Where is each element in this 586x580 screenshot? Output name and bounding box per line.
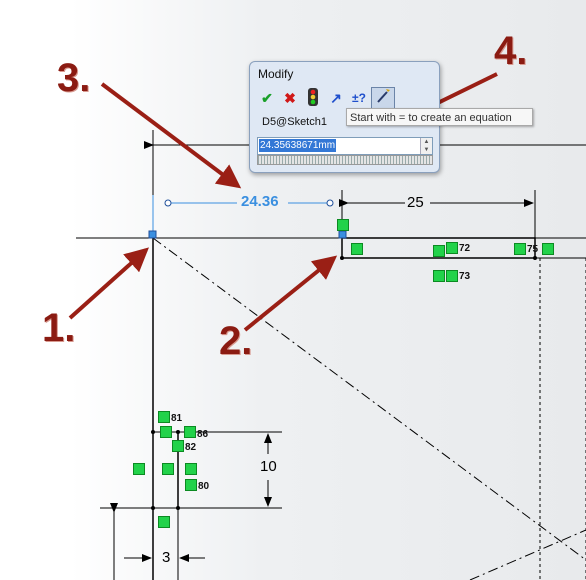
relation-marker[interactable] (337, 219, 349, 231)
thumbwheel-slider[interactable] (257, 155, 433, 165)
relation-marker[interactable] (158, 411, 170, 423)
relation-label: 73 (459, 271, 471, 282)
relation-marker[interactable] (133, 463, 145, 475)
relation-marker[interactable] (514, 243, 526, 255)
relation-marker[interactable] (185, 463, 197, 475)
callout-3: 3. (57, 56, 91, 100)
x-icon[interactable]: ✖ (280, 88, 300, 108)
callout-2: 2. (219, 319, 253, 363)
dimension-10-value[interactable]: 10 (260, 458, 277, 475)
relation-marker[interactable] (160, 426, 172, 438)
dialog-title: Modify (258, 67, 294, 81)
traffic-light-icon[interactable] (303, 88, 323, 108)
selected-point-origin (148, 230, 157, 239)
centerline-diagonal (152, 237, 586, 561)
relation-marker[interactable] (446, 270, 458, 282)
reverse-direction-icon[interactable]: ↗ (326, 88, 346, 108)
dimension-handle-left (164, 199, 172, 207)
relation-marker[interactable] (162, 463, 174, 475)
equation-tooltip: Start with = to create an equation (346, 108, 533, 126)
relation-marker[interactable] (433, 245, 445, 257)
relation-marker[interactable] (446, 242, 458, 254)
dimension-3-value[interactable]: 3 (162, 549, 170, 566)
relation-marker[interactable] (172, 440, 184, 452)
relation-label: 86 (197, 429, 209, 440)
callout-arrow-2 (243, 255, 338, 332)
dimension-25-value[interactable]: 25 (407, 194, 424, 211)
relation-marker[interactable] (185, 479, 197, 491)
selected-point-slot (338, 230, 347, 239)
marks-for-drawing-button[interactable]: ±? (349, 88, 369, 108)
callout-1: 1. (42, 306, 76, 350)
dimension-value-field[interactable]: 24.35638671mm ▲ ▼ (257, 137, 433, 155)
selected-dimension-value[interactable]: 24.36 (241, 193, 279, 210)
sketch-canvas[interactable]: 24.36 25 10 3 72 75 73 81 86 82 80 1. 2.… (0, 0, 586, 580)
relation-label: 81 (171, 413, 183, 424)
callout-arrow-1 (68, 247, 149, 320)
relation-marker[interactable] (351, 243, 363, 255)
relation-label: 80 (198, 481, 210, 492)
centerline-diagonal-lower (469, 529, 586, 580)
relation-marker[interactable] (184, 426, 196, 438)
relation-label: 82 (185, 442, 197, 453)
relation-marker[interactable] (542, 243, 554, 255)
relation-marker[interactable] (158, 516, 170, 528)
callout-4: 4. (494, 29, 528, 73)
dimension-handle-right (326, 199, 334, 207)
relation-label: 75 (527, 244, 539, 255)
relation-marker[interactable] (433, 270, 445, 282)
relation-label: 72 (459, 243, 471, 254)
spin-buttons[interactable]: ▲ ▼ (420, 138, 432, 154)
callout-arrow-3 (100, 82, 242, 189)
checkmark-icon[interactable]: ✔ (257, 88, 277, 108)
dimension-value-input[interactable]: 24.35638671mm (259, 139, 337, 152)
dimension-reference: D5@Sketch1 (262, 116, 327, 128)
